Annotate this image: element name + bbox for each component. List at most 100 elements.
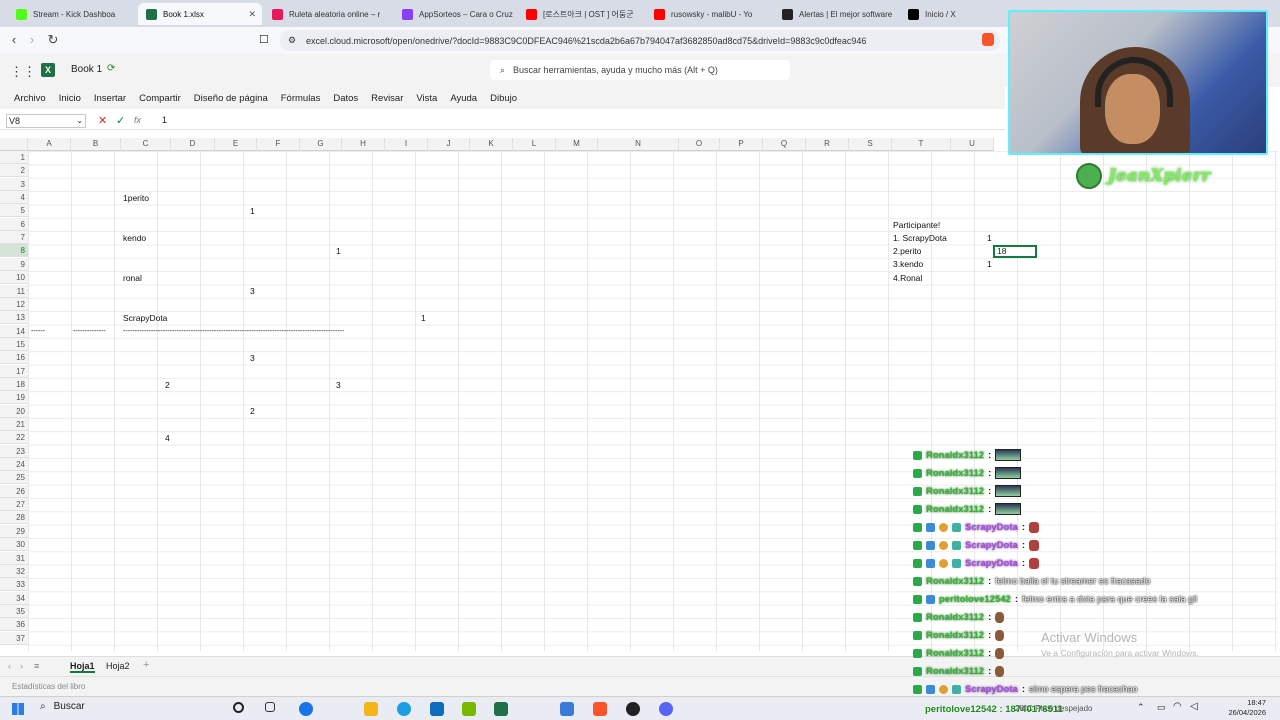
app-icon[interactable] bbox=[560, 702, 574, 716]
row-header-10[interactable]: 10 bbox=[0, 271, 28, 285]
column-header-n[interactable]: N bbox=[598, 138, 679, 151]
column-header-f[interactable]: F bbox=[257, 138, 300, 151]
row-header-11[interactable]: 11 bbox=[0, 284, 28, 298]
sheet-tab-hoja1[interactable]: Hoja1 bbox=[70, 661, 95, 673]
row-header-13[interactable]: 13 bbox=[0, 311, 28, 325]
ribbon-tab-revisar[interactable]: Revisar bbox=[371, 93, 403, 104]
row-header-8[interactable]: 8 bbox=[0, 244, 28, 258]
obs-icon[interactable] bbox=[626, 702, 640, 716]
row-header-17[interactable]: 17 bbox=[0, 364, 28, 378]
cell-u7[interactable]: 1 bbox=[987, 232, 992, 245]
enter-icon[interactable]: ✓ bbox=[116, 114, 125, 127]
row-header-32[interactable]: 32 bbox=[0, 564, 28, 578]
row-header-33[interactable]: 33 bbox=[0, 578, 28, 592]
system-clock[interactable]: 18:47 26/04/2026 bbox=[1228, 698, 1266, 718]
reload-icon[interactable]: ↻ bbox=[43, 32, 63, 48]
ribbon-tab-datos[interactable]: Datos bbox=[333, 93, 358, 104]
row-header-2[interactable]: 2 bbox=[0, 164, 28, 178]
row-header-36[interactable]: 36 bbox=[0, 618, 28, 632]
ribbon-tab-dibujo[interactable]: Dibujo bbox=[490, 93, 517, 104]
row-header-12[interactable]: 12 bbox=[0, 297, 28, 311]
row-header-28[interactable]: 28 bbox=[0, 511, 28, 525]
row-header-3[interactable]: 3 bbox=[0, 177, 28, 191]
cell-e5[interactable]: 1 bbox=[250, 205, 255, 218]
mail-icon[interactable] bbox=[430, 702, 444, 716]
cell-c10[interactable]: ronal bbox=[123, 272, 142, 285]
cell-t6[interactable]: Participante! bbox=[893, 219, 940, 232]
discord-icon[interactable] bbox=[659, 702, 673, 716]
network-icon[interactable]: ▭ bbox=[1157, 702, 1166, 713]
row-header-9[interactable]: 9 bbox=[0, 257, 28, 271]
row-header-34[interactable]: 34 bbox=[0, 591, 28, 605]
cell-t8[interactable]: 2.perito bbox=[893, 245, 921, 258]
all-sheets-icon[interactable]: ≡ bbox=[34, 661, 39, 671]
column-header-c[interactable]: C bbox=[121, 138, 171, 151]
brave-shield-icon[interactable] bbox=[982, 33, 994, 46]
column-header-e[interactable]: E bbox=[215, 138, 257, 151]
cell-c13[interactable]: ScrapyDota bbox=[123, 312, 167, 325]
cell-e16[interactable]: 3 bbox=[250, 352, 255, 365]
row-header-22[interactable]: 22 bbox=[0, 431, 28, 445]
site-info-icon[interactable]: ⚙ bbox=[288, 35, 296, 46]
browser-tab-6[interactable]: rusowsky - malibU - Yo bbox=[646, 3, 772, 25]
column-header-i[interactable]: I bbox=[385, 138, 428, 151]
name-box[interactable]: V8 ⌄ bbox=[6, 114, 86, 128]
url-field[interactable]: ⚙ excel.cloud.microsoft/open/onedrive/?d… bbox=[280, 30, 1000, 51]
column-header-k[interactable]: K bbox=[470, 138, 513, 151]
column-header-b[interactable]: B bbox=[71, 138, 121, 151]
cell-c4[interactable]: 1perito bbox=[123, 192, 149, 205]
ribbon-tab-diseodepgina[interactable]: Diseño de página bbox=[194, 93, 268, 104]
cell-e20[interactable]: 2 bbox=[250, 405, 255, 418]
cell-t10[interactable]: 4.Ronal bbox=[893, 272, 922, 285]
row-header-15[interactable]: 15 bbox=[0, 337, 28, 351]
cell-g18[interactable]: 3 bbox=[336, 379, 341, 392]
column-header-u[interactable]: U bbox=[951, 138, 994, 151]
row-header-19[interactable]: 19 bbox=[0, 391, 28, 405]
close-tab-icon[interactable]: ✕ bbox=[248, 9, 256, 20]
row-header-23[interactable]: 23 bbox=[0, 444, 28, 458]
excel-taskbar-icon[interactable] bbox=[494, 702, 508, 716]
column-header-p[interactable]: P bbox=[720, 138, 763, 151]
row-header-35[interactable]: 35 bbox=[0, 604, 28, 618]
row-header-30[interactable]: 30 bbox=[0, 538, 28, 552]
cell-g8[interactable]: 1 bbox=[336, 245, 341, 258]
row-header-14[interactable]: 14 bbox=[0, 324, 28, 338]
back-icon[interactable]: ‹ bbox=[4, 32, 24, 47]
book-title[interactable]: Book 1 bbox=[71, 64, 102, 75]
row-header-21[interactable]: 21 bbox=[0, 418, 28, 431]
browser-tab-3[interactable]: Ruleta aleatoria online – r bbox=[264, 3, 386, 25]
cell-b14[interactable]: -------------- bbox=[73, 325, 106, 338]
browser-tab-8[interactable]: Inicio / X bbox=[900, 3, 1000, 25]
sheet-nav-right-icon[interactable]: › bbox=[20, 661, 23, 671]
nvidia-icon[interactable] bbox=[462, 702, 476, 716]
row-header-27[interactable]: 27 bbox=[0, 498, 28, 512]
column-header-g[interactable]: G bbox=[300, 138, 342, 151]
row-header-25[interactable]: 25 bbox=[0, 471, 28, 485]
ribbon-tab-archivo[interactable]: Archivo bbox=[14, 93, 46, 104]
ribbon-tab-insertar[interactable]: Insertar bbox=[94, 93, 126, 104]
search-box[interactable]: ⌕ Buscar herramientas, ayuda y mucho más… bbox=[490, 60, 790, 80]
chevron-down-icon[interactable]: ⌄ bbox=[76, 115, 83, 127]
row-header-24[interactable]: 24 bbox=[0, 458, 28, 472]
row-header-7[interactable]: 7 bbox=[0, 231, 28, 245]
task-view-icon[interactable] bbox=[265, 702, 275, 712]
row-header-29[interactable]: 29 bbox=[0, 524, 28, 538]
cell-i13[interactable]: 1 bbox=[421, 312, 426, 325]
active-cell-editor[interactable]: 18 bbox=[993, 245, 1037, 258]
row-header-16[interactable]: 16 bbox=[0, 351, 28, 365]
corner-select-all[interactable] bbox=[0, 138, 28, 151]
app-launcher-icon[interactable]: ⋮⋮ bbox=[10, 64, 36, 80]
row-header-31[interactable]: 31 bbox=[0, 551, 28, 565]
cell-t9[interactable]: 3.kendo bbox=[893, 258, 923, 271]
row-header-18[interactable]: 18 bbox=[0, 377, 28, 391]
workbook-stats[interactable]: Estadísticas del libro bbox=[12, 682, 85, 691]
column-header-t[interactable]: T bbox=[892, 138, 951, 151]
cell-a14[interactable]: ------ bbox=[31, 325, 45, 338]
row-header-37[interactable]: 37 bbox=[0, 631, 28, 645]
row-header-1[interactable]: 1 bbox=[0, 151, 28, 164]
edge-icon[interactable] bbox=[397, 702, 411, 716]
cortana-icon[interactable] bbox=[233, 702, 244, 713]
tray-chevron-icon[interactable]: ⌃ bbox=[1137, 702, 1145, 713]
cell-t7[interactable]: 1. ScrapyDota bbox=[893, 232, 947, 245]
cancel-icon[interactable]: ✕ bbox=[98, 114, 107, 127]
